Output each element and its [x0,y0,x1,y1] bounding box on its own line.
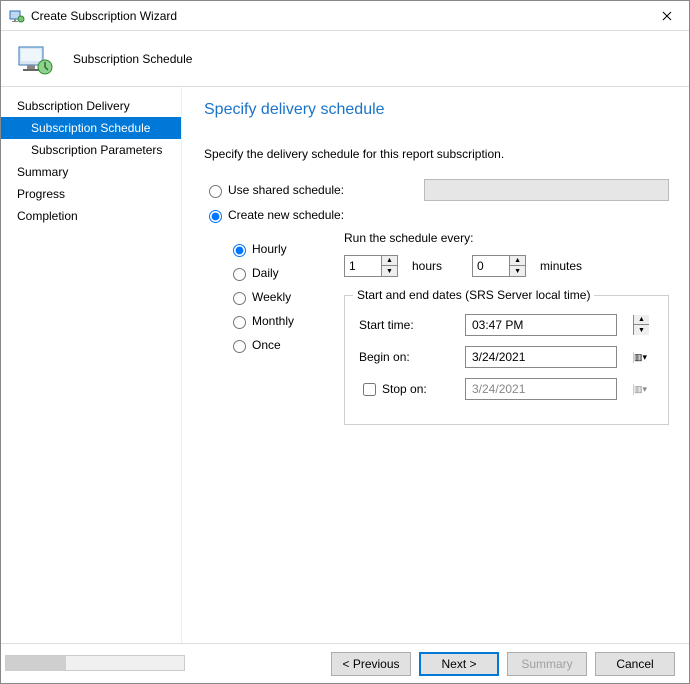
hours-spinner[interactable]: ▲▼ [344,255,398,277]
hours-up-icon[interactable]: ▲ [382,256,397,266]
begin-on-label: Begin on: [359,350,465,364]
scrollbar-thumb[interactable] [6,656,66,670]
freq-once-radio[interactable] [233,340,246,353]
start-time-input[interactable]: ▲▼ [465,314,617,336]
footer: < Previous Next > Summary Cancel [1,643,689,683]
header-subtitle: Subscription Schedule [73,52,192,66]
begin-on-field[interactable] [466,350,633,364]
freq-weekly-radio[interactable] [233,292,246,305]
create-new-radio[interactable] [209,210,222,223]
app-icon [9,8,25,24]
previous-button[interactable]: < Previous [331,652,411,676]
time-down-icon[interactable]: ▼ [634,325,649,335]
summary-button: Summary [507,652,587,676]
sidebar-item-summary[interactable]: Summary [1,161,181,183]
dates-fieldset: Start and end dates (SRS Server local ti… [344,295,669,425]
sidebar-item-completion[interactable]: Completion [1,205,181,227]
sidebar-scrollbar[interactable] [5,655,185,671]
freq-daily-radio[interactable] [233,268,246,281]
freq-monthly-label: Monthly [252,314,294,328]
sidebar-item-schedule[interactable]: Subscription Schedule [1,117,181,139]
body: Subscription Delivery Subscription Sched… [1,86,689,643]
close-icon [662,11,672,21]
run-panel: Run the schedule every: ▲▼ hours ▲▼ minu… [344,231,669,425]
sidebar-item-delivery[interactable]: Subscription Delivery [1,95,181,117]
wizard-icon [15,39,55,79]
begin-on-input[interactable]: ▥▾ [465,346,617,368]
use-shared-label: Use shared schedule: [228,183,344,197]
freq-monthly-radio[interactable] [233,316,246,329]
shared-schedule-select[interactable] [424,179,669,201]
hours-input[interactable] [345,256,381,276]
start-time-label: Start time: [359,318,465,332]
stop-on-input: ▥▾ [465,378,617,400]
minutes-down-icon[interactable]: ▼ [510,266,525,276]
hours-down-icon[interactable]: ▼ [382,266,397,276]
freq-daily-label: Daily [252,266,279,280]
calendar-dropdown-icon[interactable]: ▥▾ [633,352,647,363]
sidebar-item-progress[interactable]: Progress [1,183,181,205]
close-button[interactable] [644,1,689,30]
stop-on-checkbox[interactable] [363,383,376,396]
freq-weekly-label: Weekly [252,290,291,304]
calendar-dropdown-disabled-icon: ▥▾ [633,384,647,395]
use-shared-row: Use shared schedule: [204,179,669,201]
dates-legend: Start and end dates (SRS Server local ti… [353,288,594,302]
window-title: Create Subscription Wizard [31,9,644,23]
header: Subscription Schedule [1,31,689,86]
use-shared-radio[interactable] [209,185,222,198]
minutes-unit: minutes [540,259,582,273]
next-button[interactable]: Next > [419,652,499,676]
minutes-up-icon[interactable]: ▲ [510,256,525,266]
main-panel: Specify delivery schedule Specify the de… [181,87,689,643]
create-new-label: Create new schedule: [228,208,344,222]
sidebar-item-parameters[interactable]: Subscription Parameters [1,139,181,161]
hours-unit: hours [412,259,442,273]
minutes-spinner[interactable]: ▲▼ [472,255,526,277]
time-up-icon[interactable]: ▲ [634,315,649,325]
sidebar: Subscription Delivery Subscription Sched… [1,87,181,643]
stop-on-label: Stop on: [382,382,427,396]
freq-once-label: Once [252,338,281,352]
create-new-row: Create new schedule: [204,207,669,223]
frequency-group: Hourly Daily Weekly Monthly Once [228,241,338,361]
run-every-label: Run the schedule every: [344,231,669,245]
minutes-input[interactable] [473,256,509,276]
page-description: Specify the delivery schedule for this r… [204,147,669,161]
cancel-button[interactable]: Cancel [595,652,675,676]
page-title: Specify delivery schedule [204,101,669,119]
freq-hourly-label: Hourly [252,242,287,256]
start-time-field[interactable] [466,318,633,332]
wizard-window: Create Subscription Wizard Subscription … [0,0,690,684]
freq-hourly-radio[interactable] [233,244,246,257]
stop-on-field [466,382,633,396]
titlebar: Create Subscription Wizard [1,1,689,31]
